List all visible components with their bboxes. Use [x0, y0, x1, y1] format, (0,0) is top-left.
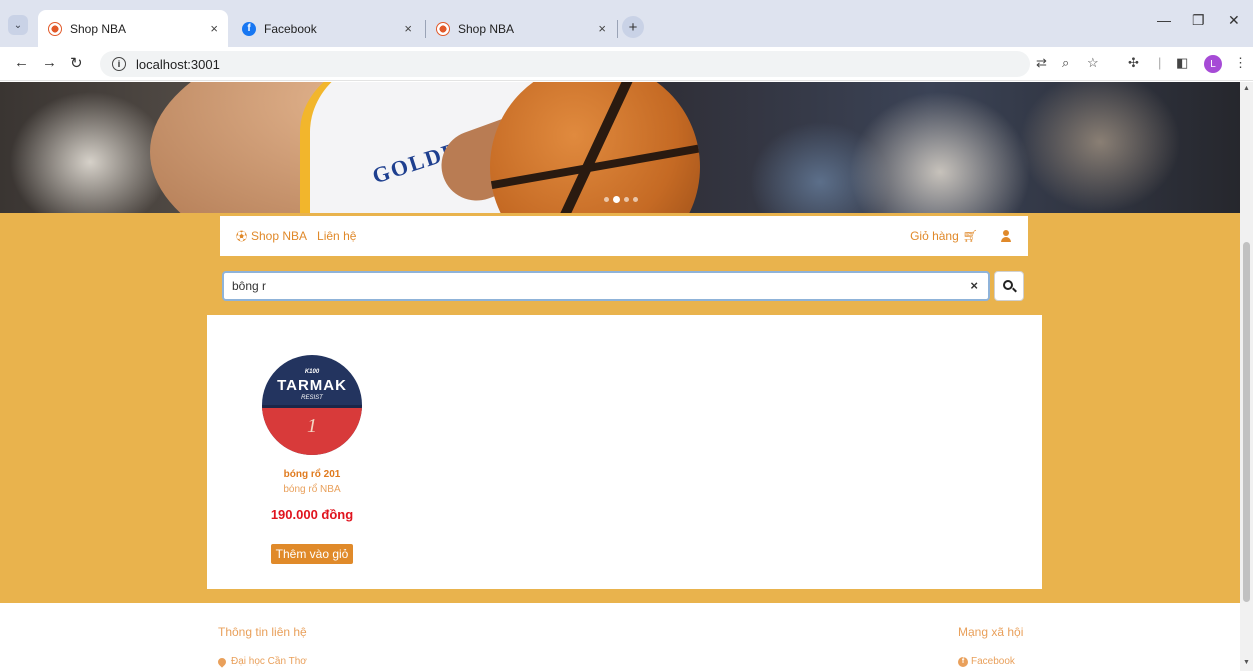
reload-icon[interactable]: ↻: [70, 54, 83, 72]
facebook-favicon-icon: f: [242, 21, 256, 36]
carousel-indicators: [604, 196, 638, 203]
scroll-down-icon[interactable]: ▼: [1243, 659, 1250, 666]
tab-close-icon[interactable]: ×: [210, 21, 218, 36]
search-input[interactable]: [222, 271, 990, 301]
browser-tab-bar: ⌄ Shop NBA × f Facebook × Shop NBA × + —…: [0, 0, 1253, 47]
contact-link[interactable]: Liên hệ: [317, 229, 356, 243]
address-bar[interactable]: i localhost:3001: [100, 51, 1030, 77]
footer-social-title: Mạng xã hội: [958, 625, 1024, 639]
cart-icon[interactable]: 🛒︎: [963, 229, 978, 243]
carousel-dot[interactable]: [604, 197, 609, 202]
side-panel-icon[interactable]: ◧: [1176, 55, 1188, 71]
footer-address-text: Đại học Cần Thơ: [231, 656, 307, 667]
cart-link[interactable]: Giỏ hàng: [910, 229, 959, 243]
search-button[interactable]: [994, 271, 1024, 301]
shop-favicon-icon: [436, 21, 450, 36]
profile-avatar[interactable]: L: [1204, 55, 1222, 73]
menu-kebab-icon[interactable]: ⋮: [1234, 55, 1247, 71]
hero-banner-carousel: GOLDEN S: [0, 82, 1240, 213]
carousel-dot[interactable]: [633, 197, 638, 202]
user-icon[interactable]: [1000, 230, 1012, 242]
extensions-icon[interactable]: ✣: [1128, 55, 1139, 71]
back-arrow-icon[interactable]: ←: [14, 54, 29, 71]
footer-facebook-text: Facebook: [971, 656, 1015, 667]
url-text: localhost:3001: [136, 56, 220, 72]
tab-title: Shop NBA: [70, 21, 127, 36]
product-price: 190.000 đồng: [270, 507, 354, 522]
scrollbar-thumb[interactable]: [1243, 242, 1250, 602]
shop-favicon-icon: [48, 21, 62, 36]
tab-close-icon[interactable]: ×: [598, 21, 606, 36]
plus-icon: +: [628, 18, 638, 36]
minimize-icon[interactable]: —: [1157, 12, 1171, 28]
site-footer: Thông tin liên hệ Đại học Cần Thơ Mạng x…: [0, 603, 1240, 671]
site-navbar: ⚽︎ Shop NBA Liên hệ Giỏ hàng 🛒︎: [220, 216, 1028, 256]
window-close-icon[interactable]: ✕: [1228, 12, 1240, 29]
browser-toolbar: ← → ↻ i localhost:3001 ⇄ ⌕ ☆ ✣ | ◧ L ⋮: [0, 47, 1253, 81]
search-box: ×: [222, 271, 990, 301]
facebook-icon: f: [958, 656, 968, 667]
product-image-number: 1: [307, 415, 317, 437]
profile-initial: L: [1210, 58, 1216, 70]
product-name[interactable]: bóng rổ 201: [257, 469, 367, 480]
banner-basketball: [490, 82, 700, 213]
toolbar-divider: |: [1158, 55, 1162, 70]
new-tab-button[interactable]: +: [622, 16, 644, 38]
main-content: ⚽︎ Shop NBA Liên hệ Giỏ hàng 🛒︎ × K100 T…: [0, 213, 1240, 603]
tab-shop-nba[interactable]: Shop NBA ×: [426, 10, 616, 47]
footer-address: Đại học Cần Thơ: [216, 655, 307, 668]
product-image-text: K100: [304, 369, 320, 375]
tab-shop-nba-active[interactable]: Shop NBA ×: [38, 10, 228, 47]
page-viewport: GOLDEN S ⚽︎ Shop NBA Liên hệ Giỏ hàng 🛒︎…: [0, 82, 1240, 671]
scroll-up-icon[interactable]: ▲: [1243, 85, 1250, 92]
add-to-cart-button[interactable]: Thêm vào giỏ: [270, 544, 354, 564]
footer-contact-title: Thông tin liên hệ: [218, 625, 307, 639]
tab-close-icon[interactable]: ×: [404, 21, 412, 36]
map-pin-icon: [216, 655, 228, 668]
search-results: K100 TARMAK RESIST 1 bóng rổ 201 bóng rổ…: [207, 315, 1042, 589]
site-info-icon[interactable]: i: [112, 57, 126, 71]
product-image-text: RESIST: [301, 395, 323, 401]
tab-facebook[interactable]: f Facebook ×: [232, 10, 422, 47]
tab-search-dropdown-icon[interactable]: ⌄: [8, 15, 28, 35]
footer-facebook-link[interactable]: f Facebook: [958, 656, 1015, 667]
forward-arrow-icon[interactable]: →: [42, 54, 57, 71]
basketball-icon: ⚽︎: [236, 231, 247, 243]
clear-search-icon[interactable]: ×: [970, 278, 978, 293]
product-card: K100 TARMAK RESIST 1 bóng rổ 201 bóng rổ…: [257, 355, 367, 564]
translate-icon[interactable]: ⇄: [1036, 55, 1047, 71]
restore-icon[interactable]: ❐: [1192, 12, 1205, 29]
tab-separator: [617, 20, 618, 38]
bookmark-star-icon[interactable]: ☆: [1087, 55, 1099, 71]
tab-title: Shop NBA: [458, 21, 515, 36]
tab-title: Facebook: [264, 21, 317, 36]
carousel-dot-active[interactable]: [613, 196, 620, 203]
page-scrollbar[interactable]: ▲ ▼: [1240, 82, 1253, 671]
product-image[interactable]: K100 TARMAK RESIST 1: [262, 355, 362, 455]
zoom-icon[interactable]: ⌕: [1062, 55, 1069, 71]
product-image-brand: TARMAK: [277, 377, 347, 394]
product-category: bóng rổ NBA: [283, 484, 341, 495]
carousel-dot[interactable]: [624, 197, 629, 202]
brand-link[interactable]: Shop NBA: [251, 229, 307, 243]
